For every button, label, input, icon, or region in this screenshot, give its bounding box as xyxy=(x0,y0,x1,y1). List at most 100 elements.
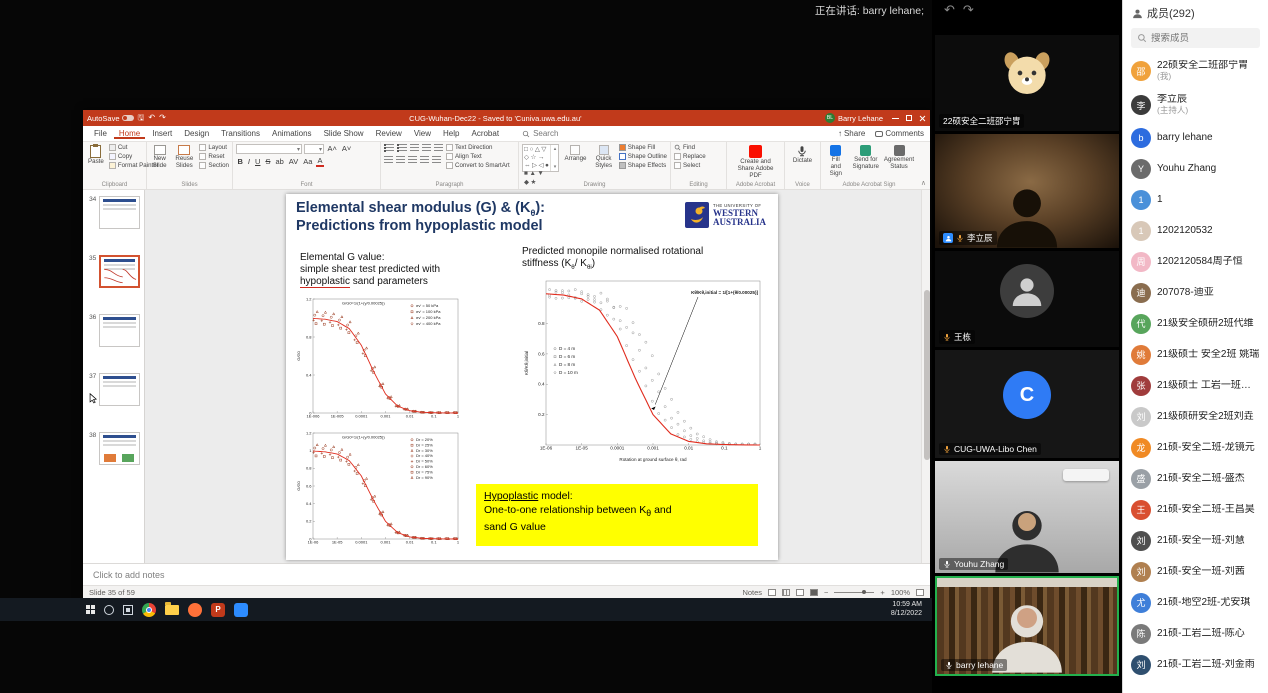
line-spacing-icon[interactable] xyxy=(434,144,443,152)
restore-button[interactable] xyxy=(906,115,912,121)
shape-fill-button[interactable]: Shape Fill xyxy=(619,144,667,151)
video-tile-1[interactable]: 22硕安全二班邵宁胄 xyxy=(935,35,1119,131)
overlay-undo-icon[interactable]: ↶ xyxy=(944,2,955,18)
zoom-level[interactable]: 100% xyxy=(891,588,910,597)
overlay-redo-icon[interactable]: ↷ xyxy=(963,2,974,18)
shape-icon[interactable]: □ xyxy=(524,146,528,154)
share-button[interactable]: ↑ Share xyxy=(838,129,865,138)
fill-and-sign-button[interactable]: Fill and Sign xyxy=(824,144,848,178)
shape-icon[interactable]: ▼ xyxy=(537,170,543,178)
text-direction-button[interactable]: Text Direction xyxy=(446,144,510,151)
shape-icon[interactable]: ▷ xyxy=(532,162,537,170)
start-button[interactable] xyxy=(86,605,95,614)
section-button[interactable]: Section xyxy=(199,162,229,169)
autosave-toggle[interactable]: AutoSave xyxy=(87,114,134,123)
member-row[interactable]: 11 xyxy=(1123,184,1268,215)
tab-home[interactable]: Home xyxy=(114,128,145,139)
dictate-button[interactable]: Dictate xyxy=(791,144,814,166)
member-row[interactable]: 张21级硕士 工岩一班张依杰然 xyxy=(1123,370,1268,401)
member-row[interactable]: 刘21硕-安全一班-刘慧 xyxy=(1123,525,1268,556)
tab-file[interactable]: File xyxy=(89,128,112,139)
fit-to-window-icon[interactable] xyxy=(916,589,924,596)
bullets-icon[interactable] xyxy=(384,144,394,152)
indent-increase-icon[interactable] xyxy=(422,144,431,152)
shape-icon[interactable]: ■ xyxy=(524,170,528,178)
tab-animations[interactable]: Animations xyxy=(267,128,317,139)
member-row[interactable]: 李李立辰(主持人) xyxy=(1123,88,1268,122)
quick-styles-button[interactable]: Quick Styles xyxy=(591,144,615,171)
slideshow-icon[interactable] xyxy=(810,589,818,596)
thumbnail-preview[interactable] xyxy=(99,432,140,465)
close-button[interactable] xyxy=(919,115,926,122)
minimize-button[interactable] xyxy=(892,118,899,119)
taskbar-clock[interactable]: 10:59 AM 8/12/2022 xyxy=(891,601,922,618)
shape-icon[interactable]: ⇔ xyxy=(524,162,531,170)
zoom-out-icon[interactable]: − xyxy=(824,588,828,597)
columns-icon[interactable] xyxy=(432,156,441,164)
member-row[interactable]: 刘21级硕研安全2班刘垚 xyxy=(1123,401,1268,432)
collapse-ribbon-icon[interactable]: ∧ xyxy=(921,179,926,187)
save-icon[interactable]: 🖫 xyxy=(138,114,145,122)
comments-button[interactable]: Comments xyxy=(875,129,924,138)
video-tile-5[interactable]: Youhu Zhang xyxy=(935,461,1119,573)
align-right-icon[interactable] xyxy=(408,156,417,164)
tab-design[interactable]: Design xyxy=(179,128,214,139)
member-row[interactable]: 姚21级硕士 安全2班 姚瑞 xyxy=(1123,339,1268,370)
member-row[interactable]: YYouhu Zhang xyxy=(1123,153,1268,184)
search-box[interactable]: Search xyxy=(522,129,558,138)
shape-icon[interactable]: ◁ xyxy=(539,162,544,170)
member-row[interactable]: 迪207078-迪亚 xyxy=(1123,277,1268,308)
shape-icon[interactable]: ◇ xyxy=(524,154,529,162)
task-view-icon[interactable] xyxy=(123,605,133,615)
editor-scrollbar[interactable] xyxy=(921,190,930,563)
thumbnail-preview[interactable] xyxy=(99,314,140,347)
notes-toggle[interactable]: Notes xyxy=(742,588,762,597)
member-row[interactable]: 龙21硕-安全二班-龙镜元 xyxy=(1123,432,1268,463)
smartart-button[interactable]: Convert to SmartArt xyxy=(446,162,510,169)
slide-canvas[interactable]: Elemental shear modulus (G) & (Kθ): Pred… xyxy=(286,194,778,560)
member-row[interactable]: 代21级安全硕研2班代维 xyxy=(1123,308,1268,339)
slide-thumbnail-38[interactable]: 38 xyxy=(83,432,144,465)
browser-icon[interactable] xyxy=(142,603,156,617)
slide-thumbnail-34[interactable]: 34 xyxy=(83,196,144,229)
slide-sorter-icon[interactable] xyxy=(782,589,790,596)
video-tile-6[interactable]: barry lehane xyxy=(935,576,1119,676)
tab-insert[interactable]: Insert xyxy=(147,128,177,139)
select-button[interactable]: Select xyxy=(674,162,706,169)
align-text-button[interactable]: Align Text xyxy=(446,153,510,160)
font-size-select[interactable]: ▾ xyxy=(304,144,324,154)
file-explorer-icon[interactable] xyxy=(165,605,179,615)
video-tile-4[interactable]: CCUG-UWA-Libo Chen xyxy=(935,350,1119,458)
account-user[interactable]: BL Barry Lehane xyxy=(825,113,883,123)
member-row[interactable]: 刘21硕-安全一班-刘茜 xyxy=(1123,556,1268,587)
member-row[interactable]: 盛21硕-安全二班-盛杰 xyxy=(1123,463,1268,494)
shape-icon[interactable]: ● xyxy=(545,162,549,170)
member-row[interactable]: 陈21硕-工岩二班-陈心 xyxy=(1123,618,1268,649)
shape-icon[interactable]: △ xyxy=(535,146,540,154)
video-tile-2[interactable]: 李立辰 xyxy=(935,134,1119,248)
shape-icon[interactable]: ▲ xyxy=(529,170,535,178)
zoom-in-icon[interactable]: + xyxy=(880,588,884,597)
member-row[interactable]: bbarry lehane xyxy=(1123,122,1268,153)
slide-thumbnail-36[interactable]: 36 xyxy=(83,314,144,347)
member-row[interactable]: 尤21硕-地空2班-尤安琪 xyxy=(1123,587,1268,618)
member-row[interactable]: 周1202120584周子恒 xyxy=(1123,246,1268,277)
tab-slide-show[interactable]: Slide Show xyxy=(319,128,369,139)
align-left-icon[interactable] xyxy=(384,156,393,164)
undo-icon[interactable]: ↶ xyxy=(148,114,155,122)
shape-icon[interactable]: ☆ xyxy=(531,154,537,162)
notes-pane[interactable]: Click to add notes xyxy=(83,563,930,585)
new-slide-button[interactable]: New Slide xyxy=(150,144,169,171)
font-style-button-aa[interactable]: Aa xyxy=(302,158,314,166)
normal-view-icon[interactable] xyxy=(768,589,776,596)
font-style-button-a[interactable]: A xyxy=(316,157,324,167)
arrange-button[interactable]: Arrange xyxy=(562,144,588,164)
thumbnail-preview[interactable] xyxy=(99,196,140,229)
member-row[interactable]: 王21硕-安全二班-王昌昊 xyxy=(1123,494,1268,525)
reuse-slides-button[interactable]: Reuse Slides xyxy=(172,144,196,171)
shape-icon[interactable]: → xyxy=(538,154,545,162)
shape-outline-button[interactable]: Shape Outline xyxy=(619,153,667,160)
member-search-input[interactable] xyxy=(1151,33,1251,44)
shape-effects-button[interactable]: Shape Effects xyxy=(619,162,667,169)
font-style-button-av[interactable]: AV xyxy=(287,158,299,166)
